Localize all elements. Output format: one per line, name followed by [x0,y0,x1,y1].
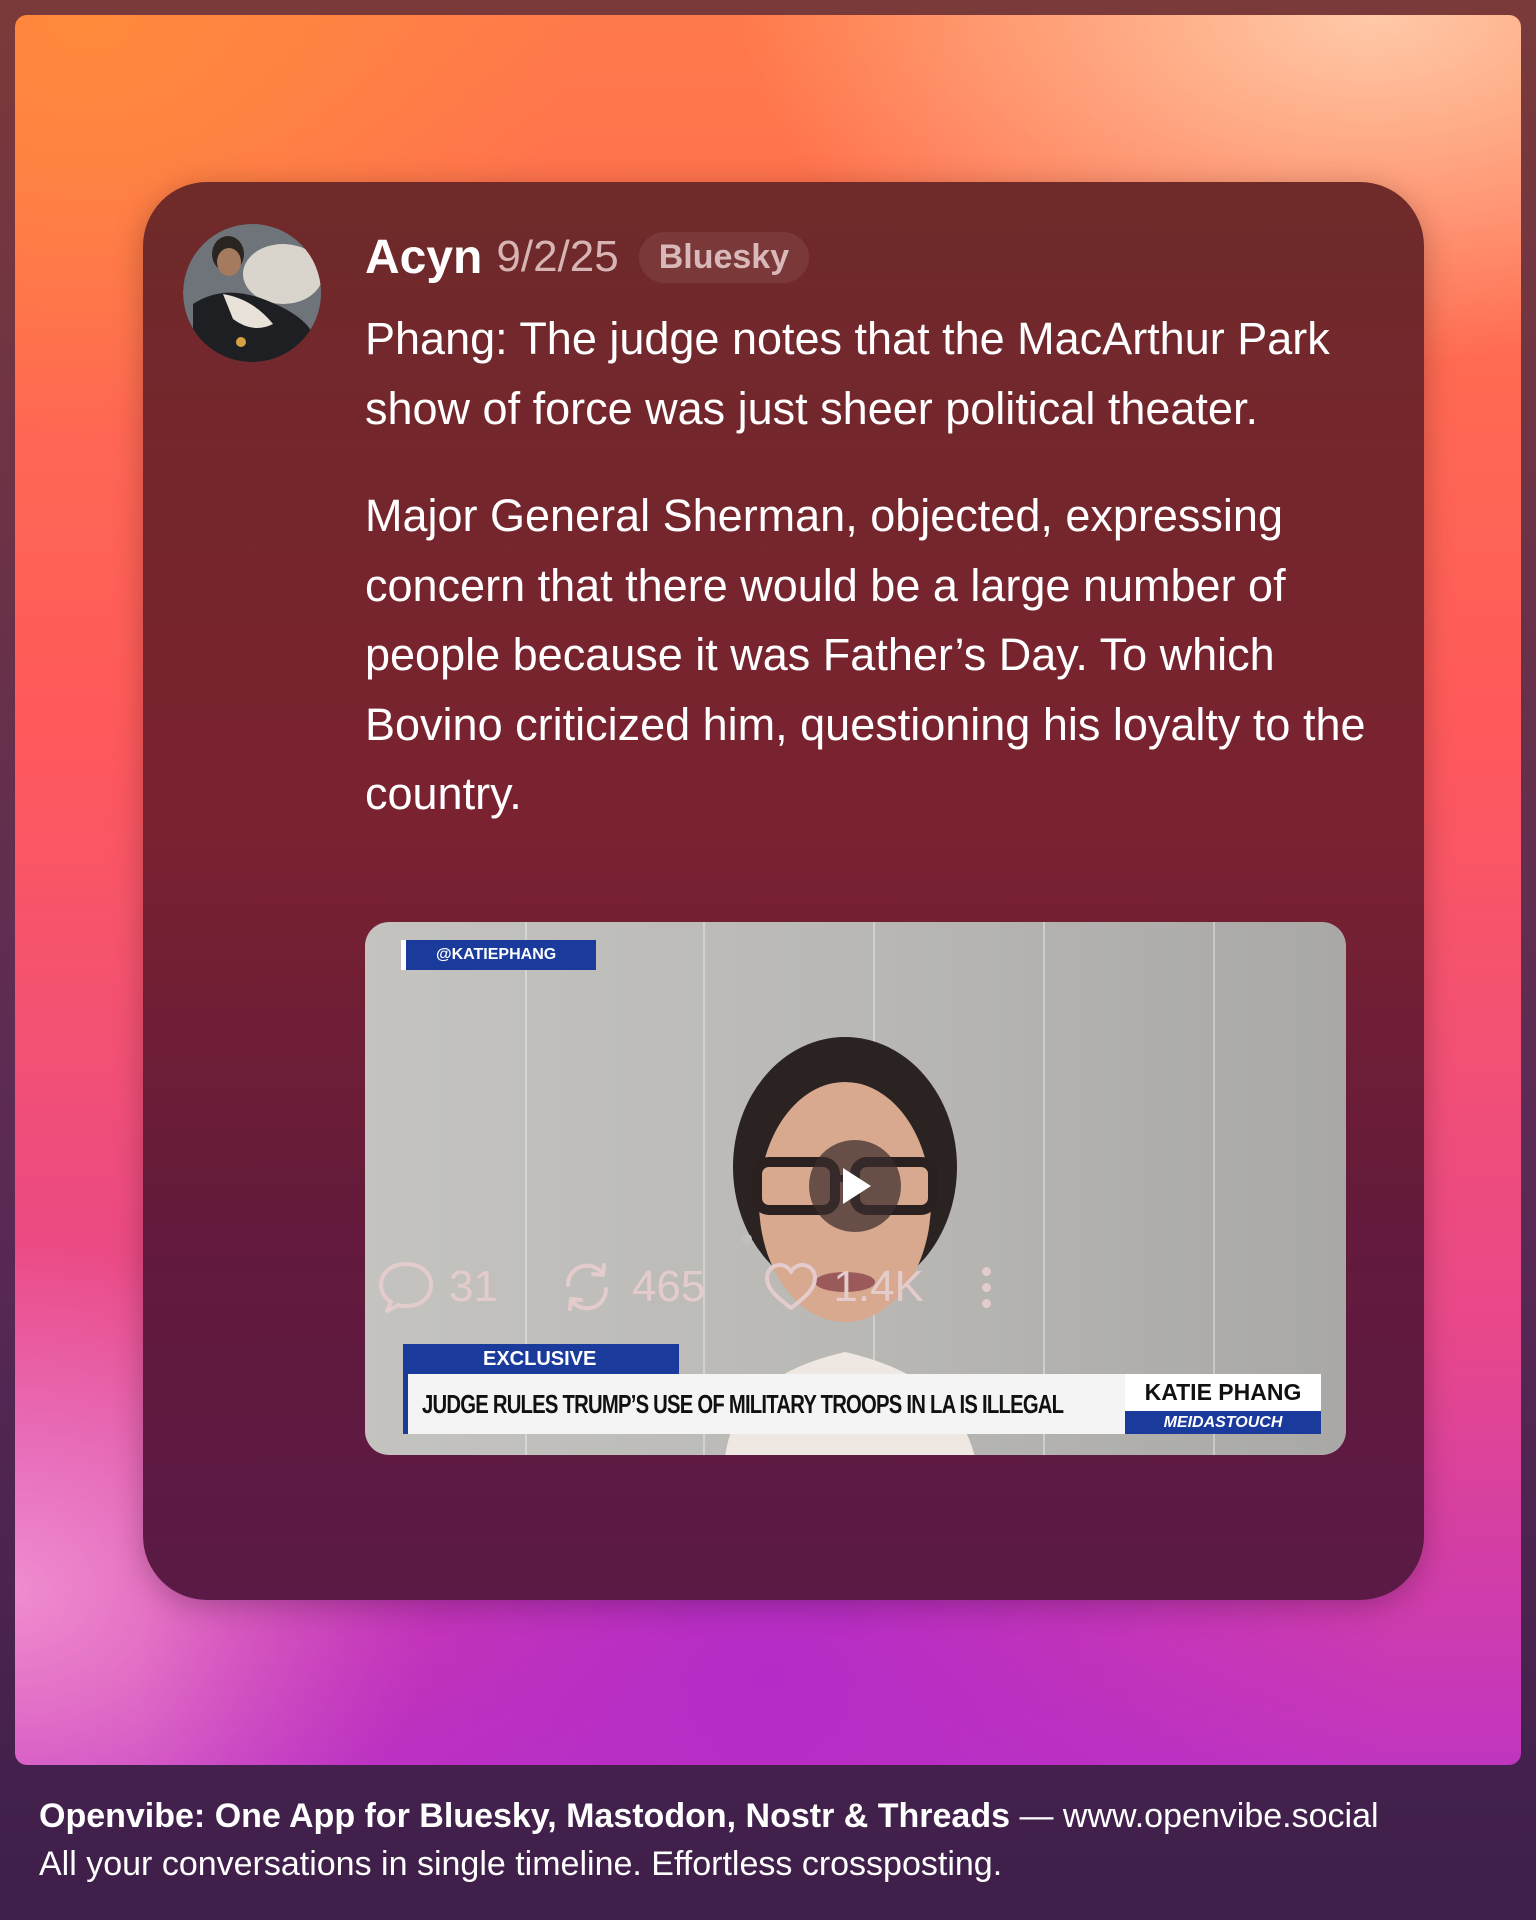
like-button[interactable]: 1.4K [763,1261,924,1313]
author-name[interactable]: Acyn [365,230,482,285]
post-paragraph: Phang: The judge notes that the MacArthu… [365,313,1330,434]
lower-third: EXCLUSIVE JUDGE RULES TRUMP’S USE OF MIL… [403,1344,1321,1434]
name-box: KATIE PHANG MEIDASTOUCH [1125,1374,1321,1434]
post-paragraph: Major General Sherman, objected, express… [365,490,1366,819]
footer-tagline: Openvibe: One App for Bluesky, Mastodon,… [39,1797,1011,1835]
reply-button[interactable]: 31 [377,1259,498,1315]
exclusive-label: EXCLUSIVE [403,1344,679,1374]
repost-button[interactable]: 465 [556,1259,705,1315]
like-count: 1.4K [833,1262,924,1311]
play-button[interactable] [809,1140,901,1232]
speaker-name: KATIE PHANG [1125,1374,1321,1411]
footer-subtext: All your conversations in single timelin… [39,1845,1003,1883]
avatar[interactable] [183,224,321,362]
repost-count: 465 [631,1262,706,1311]
footer-separator: — [1010,1797,1063,1835]
footer-line-1: Openvibe: One App for Bluesky, Mastodon,… [39,1792,1509,1840]
reply-count: 31 [449,1262,498,1311]
gradient-panel: Acyn 9/2/25 Bluesky Phang: The judge not… [15,15,1521,1765]
footer: Openvibe: One App for Bluesky, Mastodon,… [39,1792,1509,1888]
video-headline: JUDGE RULES TRUMP’S USE OF MILITARY TROO… [422,1389,1064,1419]
heart-icon [765,1263,818,1310]
footer-url[interactable]: www.openvibe.social [1063,1797,1379,1835]
handle-tag: @KATIEPHANG [401,940,596,970]
post-date[interactable]: 9/2/25 [496,232,618,282]
post-header: Acyn 9/2/25 Bluesky [365,227,810,287]
video-embed[interactable]: @KATIEPHANG EXCLUSIVE JUDGE RULES TRUMP’… [365,922,1346,1455]
more-options-icon[interactable] [981,1266,991,1308]
speaker-org: MEIDASTOUCH [1125,1411,1321,1434]
post-card[interactable]: Acyn 9/2/25 Bluesky Phang: The judge not… [143,182,1424,1600]
action-bar: 31 465 1.4K [377,1252,991,1322]
post-text: Phang: The judge notes that the MacArthu… [365,304,1395,829]
play-icon [843,1168,871,1204]
platform-badge: Bluesky [638,231,810,283]
comment-icon [379,1262,433,1313]
repost-icon [565,1263,608,1311]
avatar-image [183,224,321,362]
